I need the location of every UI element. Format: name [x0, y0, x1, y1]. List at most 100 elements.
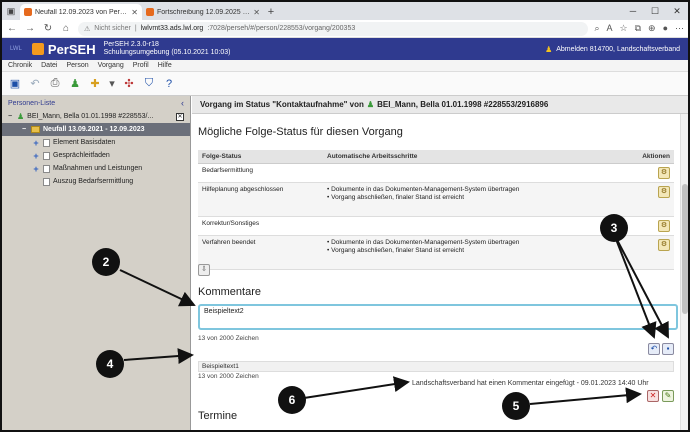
- change-status-button[interactable]: ⚙: [658, 220, 670, 232]
- app-version: PerSEH 2.3.0-r18: [103, 41, 159, 48]
- person-icon[interactable]: ♟: [68, 77, 82, 91]
- document-icon: [43, 151, 50, 160]
- document-icon: [43, 138, 50, 147]
- save-comment-button[interactable]: ▪: [662, 343, 674, 355]
- browser-tab[interactable]: Fortschreibung 12.09.2025 von f ✕: [142, 4, 264, 20]
- window-menu-icon[interactable]: ▣: [2, 2, 20, 20]
- tree-person-label: BEI_Mann, Bella 01.01.1998 #228553/...: [27, 113, 154, 120]
- status-cell: Korrektur/Sonstiges: [198, 216, 323, 236]
- close-person-icon[interactable]: ✕: [176, 112, 184, 121]
- zoom-icon[interactable]: ⌕: [594, 23, 599, 34]
- browser-tab-active[interactable]: Neufall 12.09.2023 von Person # ✕: [20, 4, 142, 20]
- screenshot-frame: ▣ Neufall 12.09.2023 von Person # ✕ Fort…: [0, 0, 690, 432]
- annotation-marker: 4: [96, 350, 124, 378]
- tree-case-label: Neufall 13.09.2021 - 12.09.2023: [43, 126, 145, 133]
- read-aloud-icon[interactable]: A: [606, 23, 612, 34]
- app-name: PerSEH: [47, 41, 96, 57]
- add-status-button[interactable]: ⇩: [198, 264, 210, 276]
- collapse-panel-icon[interactable]: ‹: [181, 98, 184, 108]
- back-icon[interactable]: ←: [6, 23, 18, 34]
- save-icon[interactable]: ▣: [8, 77, 22, 91]
- annotation-marker: 3: [600, 214, 628, 242]
- logo-mark-icon: [31, 43, 44, 55]
- forward-icon[interactable]: →: [24, 23, 36, 34]
- tree-item-label: Gesprächleitfaden: [53, 152, 110, 159]
- menu-person[interactable]: Person: [66, 62, 88, 69]
- print-icon[interactable]: ⎙: [48, 77, 62, 91]
- reload-icon[interactable]: ↻: [42, 23, 54, 34]
- status-cell: Verfahren beendet: [198, 235, 323, 270]
- menu-chronik[interactable]: Chronik: [8, 62, 32, 69]
- tree-item[interactable]: Auszug Bedarfsermittlung: [2, 175, 190, 188]
- add-document-icon[interactable]: ✚: [88, 77, 102, 91]
- steps-cell: • Dokumente in das Dokumenten-Management…: [323, 182, 624, 217]
- annotation-marker: 6: [278, 386, 306, 414]
- maximize-icon[interactable]: ☐: [644, 2, 666, 20]
- address-bar: ← → ↻ ⌂ ⚠ Nicht sicher | lwlvmt33.ads.lw…: [2, 20, 688, 38]
- annotation-marker: 2: [92, 248, 120, 276]
- tree-person[interactable]: − ♟ BEI_Mann, Bella 01.01.1998 #228553/.…: [2, 110, 190, 123]
- menu-hilfe[interactable]: Hilfe: [158, 62, 172, 69]
- title-person: BEI_Mann, Bella 01.01.1998 #228553/29168…: [377, 100, 549, 109]
- change-status-button[interactable]: ⚙: [658, 167, 670, 179]
- scrollbar[interactable]: [680, 114, 688, 430]
- expand-icon[interactable]: +: [32, 138, 40, 148]
- menu-profil[interactable]: Profil: [133, 62, 149, 69]
- document-icon: [43, 164, 50, 173]
- menu-vorgang[interactable]: Vorgang: [98, 62, 124, 69]
- steps-cell: [323, 163, 624, 183]
- app-logo: PerSEH: [31, 41, 96, 57]
- user-label: Abmelden 814700, Landschaftsverband: [556, 45, 680, 53]
- panel-title: Personen-Liste: [8, 99, 56, 107]
- app-info: PerSEH 2.3.0-r18 Schulungsumgebung (05.1…: [104, 41, 231, 57]
- change-status-button[interactable]: ⚙: [658, 239, 670, 251]
- expand-icon[interactable]: +: [32, 151, 40, 161]
- step-item: • Dokumente in das Dokumenten-Management…: [327, 186, 520, 193]
- browser-actions: ⌕ A ☆ ⧉ ⊕ ● ⋯: [594, 23, 684, 34]
- collections-icon[interactable]: ⧉: [635, 23, 641, 34]
- close-window-icon[interactable]: ✕: [666, 2, 688, 20]
- toolbar: ▣ ↶ ⎙ ♟ ✚ ▾ ✣ ⛉ ?: [2, 72, 688, 96]
- extensions-icon[interactable]: ⊕: [648, 23, 656, 34]
- network-icon[interactable]: ✣: [122, 77, 136, 91]
- close-tab-icon[interactable]: ✕: [131, 8, 138, 17]
- change-status-button[interactable]: ⚙: [658, 186, 670, 198]
- edit-comment-button[interactable]: ✎: [662, 390, 674, 402]
- tree-case[interactable]: − Neufall 13.09.2021 - 12.09.2023: [2, 123, 190, 136]
- dropdown-icon[interactable]: ▾: [108, 77, 116, 91]
- menu-datei[interactable]: Datei: [41, 62, 57, 69]
- favorite-icon[interactable]: ☆: [620, 23, 628, 34]
- tree-item-label: Element Basisdaten: [53, 139, 116, 146]
- tree-item[interactable]: + Maßnahmen und Leistungen: [2, 162, 190, 175]
- home-icon[interactable]: ⌂: [60, 23, 72, 34]
- status-cell: Hilfeplanung abgeschlossen: [198, 182, 323, 217]
- table-row: Verfahren beendet • Dokumente in das Dok…: [198, 235, 674, 270]
- status-table: Folge-Status Automatische Arbeitsschritt…: [198, 150, 674, 270]
- folder-icon: [31, 126, 40, 133]
- collapse-icon[interactable]: −: [20, 126, 28, 133]
- logout-link[interactable]: ♟ Abmelden 814700, Landschaftsverband: [545, 45, 680, 54]
- comment-input[interactable]: Beispieltext2: [198, 304, 678, 330]
- close-tab-icon[interactable]: ✕: [253, 8, 260, 17]
- more-icon[interactable]: ⋯: [675, 23, 684, 34]
- tree-item-label: Auszug Bedarfsermittlung: [53, 178, 134, 185]
- minimize-icon[interactable]: ─: [622, 2, 644, 20]
- shield-icon[interactable]: ⛉: [142, 77, 156, 91]
- tree-item[interactable]: + Gesprächleitfaden: [2, 149, 190, 162]
- url-field[interactable]: ⚠ Nicht sicher | lwlvmt33.ads.lwl.org:70…: [78, 21, 589, 36]
- scrollbar-thumb[interactable]: [682, 184, 688, 314]
- collapse-icon[interactable]: −: [6, 113, 14, 120]
- profile-icon[interactable]: ●: [663, 23, 668, 34]
- expand-icon[interactable]: +: [32, 164, 40, 174]
- browser-tab-label: Fortschreibung 12.09.2025 von f: [157, 8, 251, 16]
- new-tab-button[interactable]: +: [264, 4, 278, 20]
- undo-comment-button[interactable]: ↶: [648, 343, 660, 355]
- undo-icon[interactable]: ↶: [28, 77, 42, 91]
- help-icon[interactable]: ?: [162, 77, 176, 91]
- saved-comment: Beispieltext1: [198, 361, 674, 372]
- user-icon: ♟: [545, 44, 553, 54]
- document-icon: [43, 177, 50, 186]
- delete-comment-button[interactable]: ✕: [647, 390, 659, 402]
- tree-item[interactable]: + Element Basisdaten: [2, 136, 190, 149]
- tree-item-label: Maßnahmen und Leistungen: [53, 165, 143, 172]
